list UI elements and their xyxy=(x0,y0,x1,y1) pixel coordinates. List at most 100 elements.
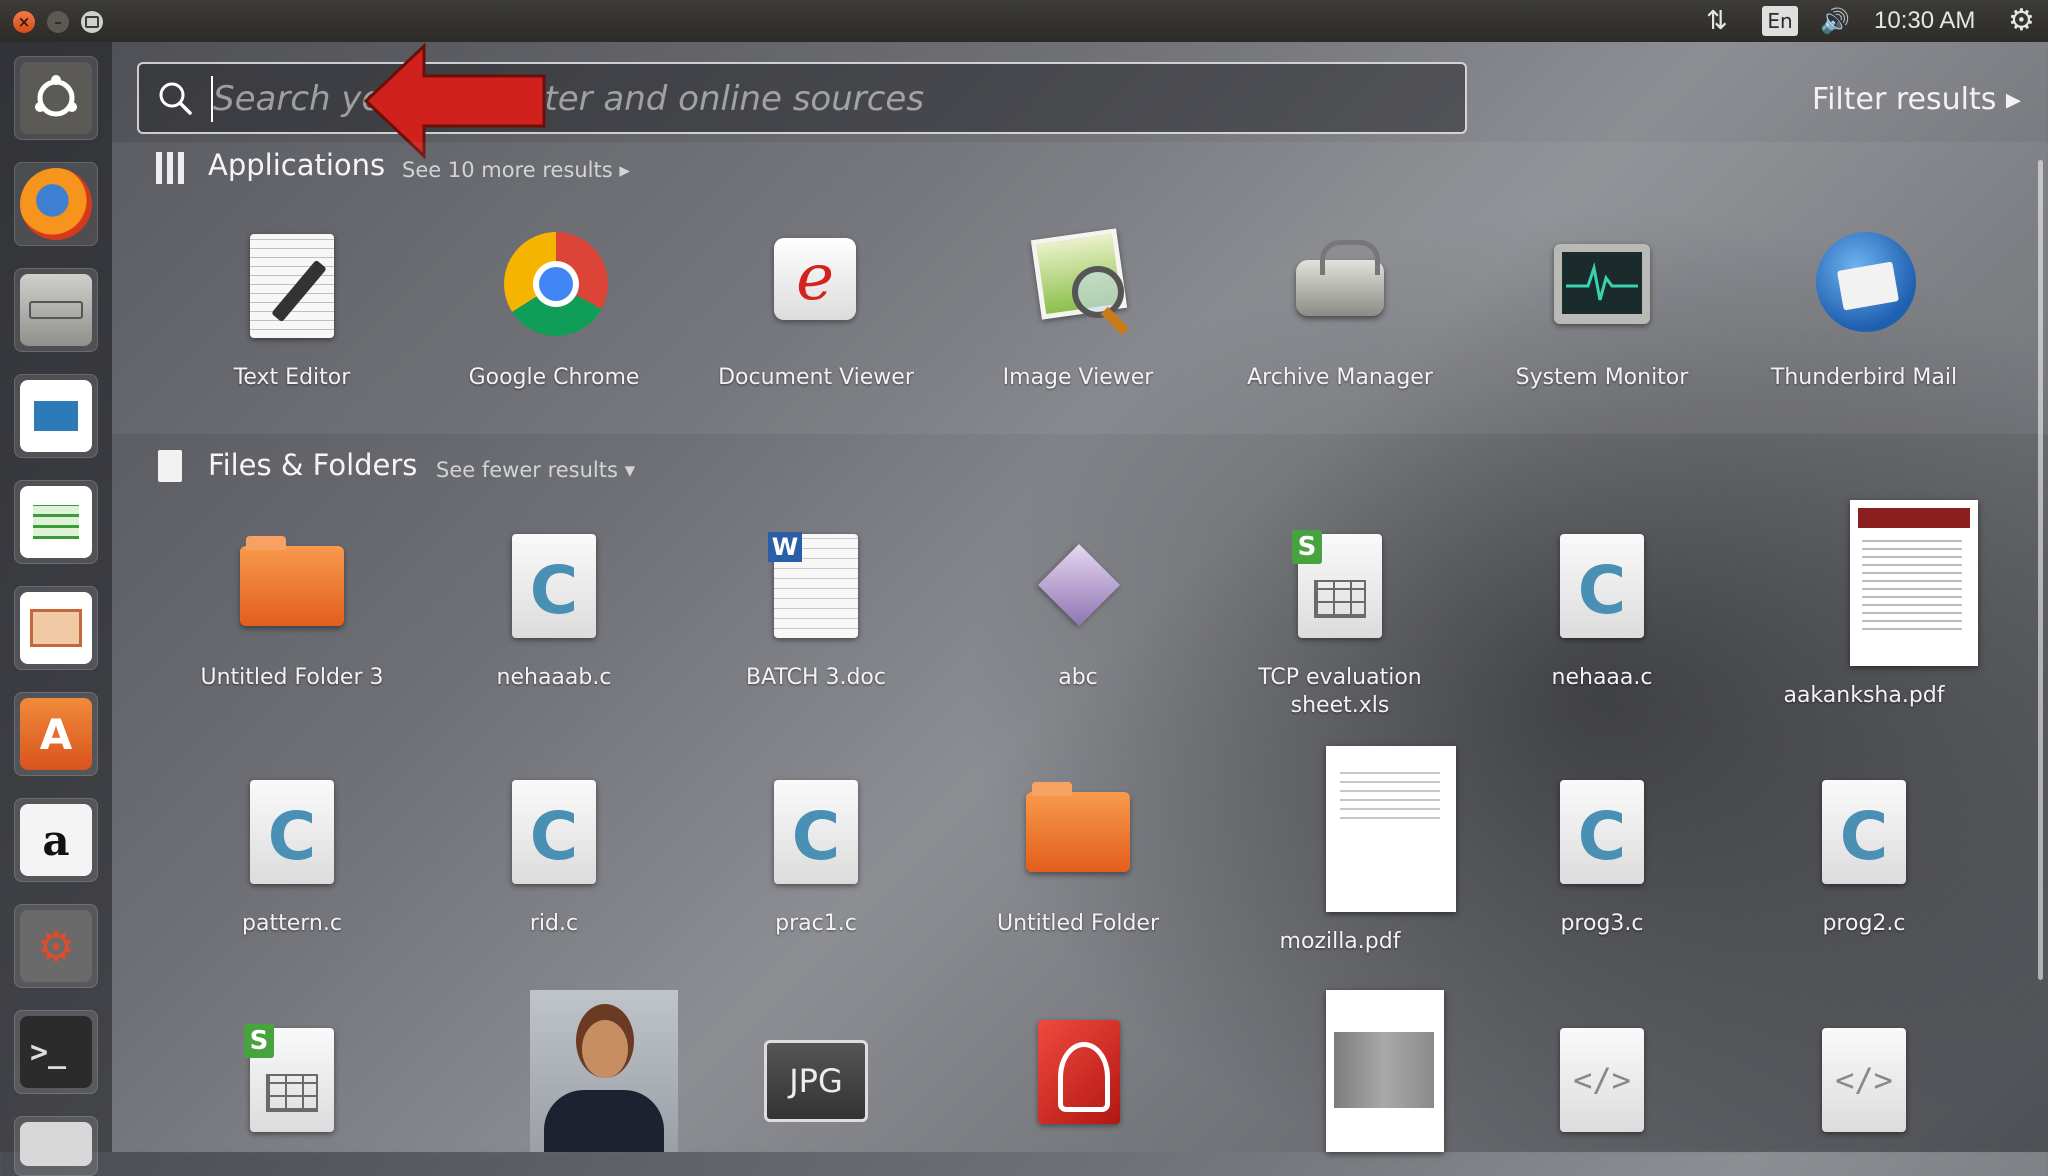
applications-heading: Applications xyxy=(208,148,386,182)
photo-portrait-thumbnail xyxy=(494,990,678,1152)
system-monitor-icon xyxy=(1542,226,1662,346)
app-tile-text-editor[interactable]: Text Editor xyxy=(182,226,402,392)
launcher-more-icon xyxy=(20,1122,92,1166)
launcher-writer[interactable] xyxy=(14,374,98,458)
google-chrome-icon xyxy=(494,226,614,346)
file-tile[interactable]: </> xyxy=(1754,1020,1974,1140)
launcher-terminal[interactable]: >_ xyxy=(14,1010,98,1094)
file-tile[interactable]: JPG xyxy=(706,1020,926,1140)
maximize-window-button[interactable] xyxy=(81,11,103,33)
file-tile[interactable]: abc xyxy=(968,526,1188,692)
amazon-icon: a xyxy=(20,804,92,876)
file-tile[interactable]: aakanksha.pdf xyxy=(1754,500,1978,710)
launcher: A a ⚙ >_ xyxy=(0,42,112,1176)
file-tile[interactable]: C prac1.c xyxy=(706,772,926,938)
app-label: Thunderbird Mail xyxy=(1770,365,1958,390)
app-tile-google-chrome[interactable]: Google Chrome xyxy=(444,226,664,392)
file-label: Untitled Folder 3 xyxy=(200,665,384,690)
launcher-software-center[interactable]: A xyxy=(14,692,98,776)
applications-category-icon xyxy=(156,152,186,184)
file-tile[interactable]: C prog2.c xyxy=(1754,772,1974,938)
ubuntu-logo-icon xyxy=(20,62,92,134)
file-manager-icon xyxy=(20,274,92,346)
file-tile[interactable] xyxy=(968,1020,1188,1140)
keyboard-language-indicator[interactable]: En xyxy=(1762,6,1798,36)
minimize-window-button[interactable]: – xyxy=(47,11,69,33)
launcher-more[interactable] xyxy=(14,1116,98,1176)
results-scrollbar[interactable] xyxy=(2038,160,2043,980)
jpg-file-icon: JPG xyxy=(756,1020,876,1140)
close-window-button[interactable]: × xyxy=(13,11,35,33)
file-label: rid.c xyxy=(529,911,579,936)
file-tile[interactable]: C nehaaab.c xyxy=(444,526,664,692)
app-tile-archive-manager[interactable]: Archive Manager xyxy=(1230,226,1450,392)
file-label: prog3.c xyxy=(1560,911,1644,936)
app-label: Google Chrome xyxy=(468,365,640,390)
search-bar[interactable] xyxy=(137,62,1467,134)
files-folders-heading: Files & Folders xyxy=(208,448,418,482)
system-gear-icon[interactable]: ⚙ xyxy=(2008,0,2035,42)
c-source-file-icon: C xyxy=(1804,772,1924,892)
file-tile[interactable]: S xyxy=(182,1020,402,1140)
filter-results-button[interactable]: Filter results ▸ xyxy=(1812,82,2021,117)
file-tile[interactable]: Untitled Folder 3 xyxy=(182,526,402,692)
word-document-icon: W xyxy=(756,526,876,646)
launcher-dash-home[interactable] xyxy=(14,56,98,140)
file-tile[interactable]: W BATCH 3.doc xyxy=(706,526,926,692)
launcher-system-settings[interactable]: ⚙ xyxy=(14,904,98,988)
file-tile[interactable]: mozilla.pdf xyxy=(1230,746,1456,956)
pdf-thumbnail-icon xyxy=(1804,500,1978,666)
files-category-icon xyxy=(158,450,182,482)
file-tile[interactable]: C nehaaa.c xyxy=(1492,526,1712,692)
c-source-file-icon: C xyxy=(756,772,876,892)
app-tile-thunderbird-mail[interactable]: Thunderbird Mail xyxy=(1754,226,1974,392)
file-tile[interactable]: C pattern.c xyxy=(182,772,402,938)
file-tile[interactable]: C prog3.c xyxy=(1492,772,1712,938)
system-settings-icon: ⚙ xyxy=(20,910,92,982)
document-viewer-icon: e xyxy=(756,226,876,346)
firefox-icon xyxy=(20,168,92,240)
app-tile-system-monitor[interactable]: System Monitor xyxy=(1492,226,1712,392)
search-icon xyxy=(159,82,192,115)
launcher-files[interactable] xyxy=(14,268,98,352)
app-label: Image Viewer xyxy=(1002,365,1154,390)
c-source-file-icon: C xyxy=(232,772,352,892)
clock[interactable]: 10:30 AM xyxy=(1874,0,1975,42)
file-label: prog2.c xyxy=(1822,911,1906,936)
writer-document-icon xyxy=(20,380,92,452)
app-tile-document-viewer[interactable]: e Document Viewer xyxy=(706,226,926,392)
c-source-file-icon: C xyxy=(494,526,614,646)
file-tile[interactable]: S TCP evaluation sheet.xls xyxy=(1230,526,1450,720)
app-label: Text Editor xyxy=(233,365,351,390)
file-label: nehaaa.c xyxy=(1551,665,1653,690)
file-tile[interactable] xyxy=(1230,990,1450,1152)
pdf-reader-file-icon xyxy=(1018,1020,1138,1140)
file-label: Untitled Folder xyxy=(996,911,1159,936)
c-source-file-icon: C xyxy=(494,772,614,892)
file-label: pattern.c xyxy=(242,911,342,936)
network-icon[interactable]: ⇅ xyxy=(1706,0,1728,42)
applications-see-more-link[interactable]: See 10 more results ▸ xyxy=(402,158,630,182)
file-label: aakanksha.pdf xyxy=(1783,683,1945,708)
app-tile-image-viewer[interactable]: Image Viewer xyxy=(968,226,1188,392)
file-label: prac1.c xyxy=(775,911,857,936)
file-label: abc xyxy=(1058,665,1098,690)
volume-icon[interactable]: 🔊 xyxy=(1820,0,1850,42)
impress-presentation-icon xyxy=(20,592,92,664)
file-tile[interactable]: Untitled Folder xyxy=(968,772,1188,938)
launcher-firefox[interactable] xyxy=(14,162,98,246)
calc-spreadsheet-icon xyxy=(20,486,92,558)
launcher-impress[interactable] xyxy=(14,586,98,670)
file-label: mozilla.pdf xyxy=(1279,929,1401,954)
c-source-file-icon: C xyxy=(1542,772,1662,892)
launcher-calc[interactable] xyxy=(14,480,98,564)
file-label: BATCH 3.doc xyxy=(746,665,886,690)
terminal-icon: >_ xyxy=(20,1016,92,1088)
folder-icon xyxy=(232,526,352,646)
files-see-fewer-link[interactable]: See fewer results ▾ xyxy=(436,458,635,482)
file-tile[interactable]: C rid.c xyxy=(444,772,664,938)
file-tile[interactable] xyxy=(444,990,678,1152)
file-tile[interactable]: </> xyxy=(1492,1020,1712,1140)
launcher-amazon[interactable]: a xyxy=(14,798,98,882)
spreadsheet-file-icon: S xyxy=(232,1020,352,1140)
